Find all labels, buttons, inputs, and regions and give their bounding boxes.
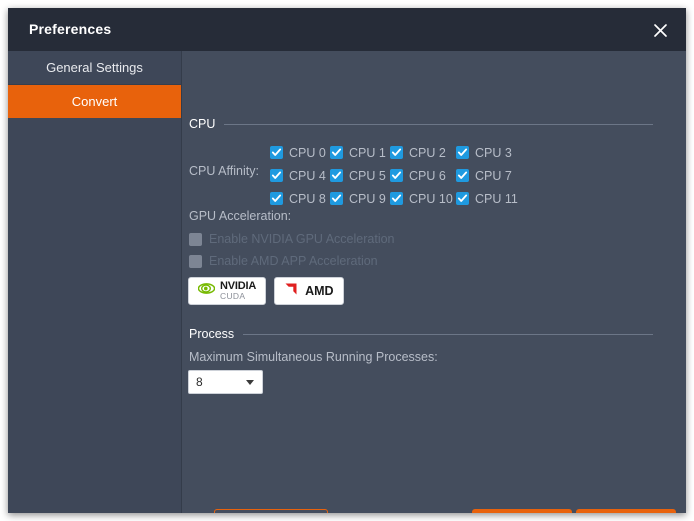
cpu-checkbox-10[interactable]: CPU 10 [390,192,456,206]
checkbox-unchecked-disabled-icon [189,254,202,268]
cpu-checkbox-0[interactable]: CPU 0 [270,146,330,160]
checkbox-checked-icon [330,192,343,205]
cpu-checkbox-4[interactable]: CPU 4 [270,169,330,183]
screenshot-root: Preferences General Settings Convert CPU… [0,0,694,521]
checkbox-checked-icon [456,169,469,182]
title-bar: Preferences [8,8,686,51]
checkbox-checked-icon [330,146,343,159]
cpu-row: CPU 4 CPU 5 CPU 6 CPU 7 [270,164,518,187]
nvidia-cuda-button[interactable]: NVIDIA CUDA [188,277,267,305]
process-group-divider [243,333,653,335]
amd-button[interactable]: AMD [274,277,344,305]
cpu-checkbox-11[interactable]: CPU 11 [456,192,518,206]
cpu-checkbox-label: CPU 11 [475,191,518,206]
cpu-checkbox-label: CPU 6 [409,168,446,183]
checkbox-checked-icon [390,169,403,182]
sidebar-item-label: Convert [71,94,118,109]
cpu-checkbox-label: CPU 9 [349,191,386,206]
sidebar: General Settings Convert [8,51,182,513]
gpu-acceleration-label: GPU Acceleration: [189,209,292,223]
cpu-checkbox-label: CPU 4 [289,168,326,183]
checkbox-checked-icon [270,146,283,159]
cpu-checkbox-3[interactable]: CPU 3 [456,146,512,160]
max-processes-label: Maximum Simultaneous Running Processes: [189,350,438,364]
cpu-checkbox-8[interactable]: CPU 8 [270,192,330,206]
cpu-checkbox-label: CPU 1 [349,145,386,160]
nvidia-button-sub: CUDA [220,291,246,302]
enable-amd-app-checkbox: Enable AMD APP Acceleration [189,254,378,268]
checkbox-checked-icon [390,146,403,159]
max-processes-value: 8 [196,375,203,389]
checkbox-checked-icon [270,192,283,205]
cpu-checkbox-5[interactable]: CPU 5 [330,169,390,183]
cpu-group-divider [224,123,653,125]
ok-button[interactable]: OK [472,509,572,513]
cpu-checkbox-1[interactable]: CPU 1 [330,146,390,160]
restore-defaults-button[interactable]: Restore Defaults [214,509,328,513]
cpu-checkbox-label: CPU 5 [349,168,386,183]
cpu-checkbox-label: CPU 8 [289,191,326,206]
close-button[interactable] [644,14,676,46]
cpu-group-header: CPU [189,117,653,131]
close-icon [653,23,668,38]
checkbox-checked-icon [390,192,403,205]
cpu-checkbox-label: CPU 0 [289,145,326,160]
content-pane: CPU CPU Affinity: CPU 0 CPU 1 CPU 2 CPU … [182,51,686,513]
nvidia-button-text: NVIDIA CUDA [220,281,256,301]
enable-nvidia-gpu-label: Enable NVIDIA GPU Acceleration [209,232,395,246]
cpu-row: CPU 8 CPU 9 CPU 10 CPU 11 [270,187,518,210]
checkbox-checked-icon [270,169,283,182]
cpu-checkbox-label: CPU 10 [409,191,453,206]
cpu-checkbox-6[interactable]: CPU 6 [390,169,456,183]
cpu-checkbox-label: CPU 3 [475,145,512,160]
max-processes-select[interactable]: 8 [188,370,263,394]
checkbox-checked-icon [330,169,343,182]
sidebar-item-label: General Settings [46,60,143,75]
cpu-checkbox-9[interactable]: CPU 9 [330,192,390,206]
cpu-affinity-grid: CPU 0 CPU 1 CPU 2 CPU 3 CPU 4 CPU 5 CPU … [270,141,518,210]
cpu-checkbox-7[interactable]: CPU 7 [456,169,512,183]
cpu-checkbox-label: CPU 2 [409,145,446,160]
process-group-header: Process [189,327,653,341]
cpu-checkbox-2[interactable]: CPU 2 [390,146,456,160]
checkbox-unchecked-disabled-icon [189,232,202,246]
cancel-button[interactable]: Cancel [576,509,676,513]
cpu-affinity-label: CPU Affinity: [189,164,259,178]
amd-arrow-logo-icon [284,282,298,301]
chevron-down-icon [246,380,254,385]
enable-amd-app-label: Enable AMD APP Acceleration [209,254,378,268]
enable-nvidia-gpu-checkbox: Enable NVIDIA GPU Acceleration [189,232,395,246]
process-group-label: Process [189,327,235,341]
amd-button-name: AMD [305,284,334,298]
sidebar-item-convert[interactable]: Convert [8,85,181,118]
preferences-window: Preferences General Settings Convert CPU… [8,8,686,513]
checkbox-checked-icon [456,192,469,205]
gpu-vendor-buttons: NVIDIA CUDA AMD [188,277,344,305]
cpu-row: CPU 0 CPU 1 CPU 2 CPU 3 [270,141,518,164]
nvidia-eye-logo-icon [197,282,216,300]
page-title: Preferences [29,21,112,37]
checkbox-checked-icon [456,146,469,159]
cpu-group-label: CPU [189,117,216,131]
cpu-checkbox-label: CPU 7 [475,168,512,183]
sidebar-item-general-settings[interactable]: General Settings [8,51,181,85]
